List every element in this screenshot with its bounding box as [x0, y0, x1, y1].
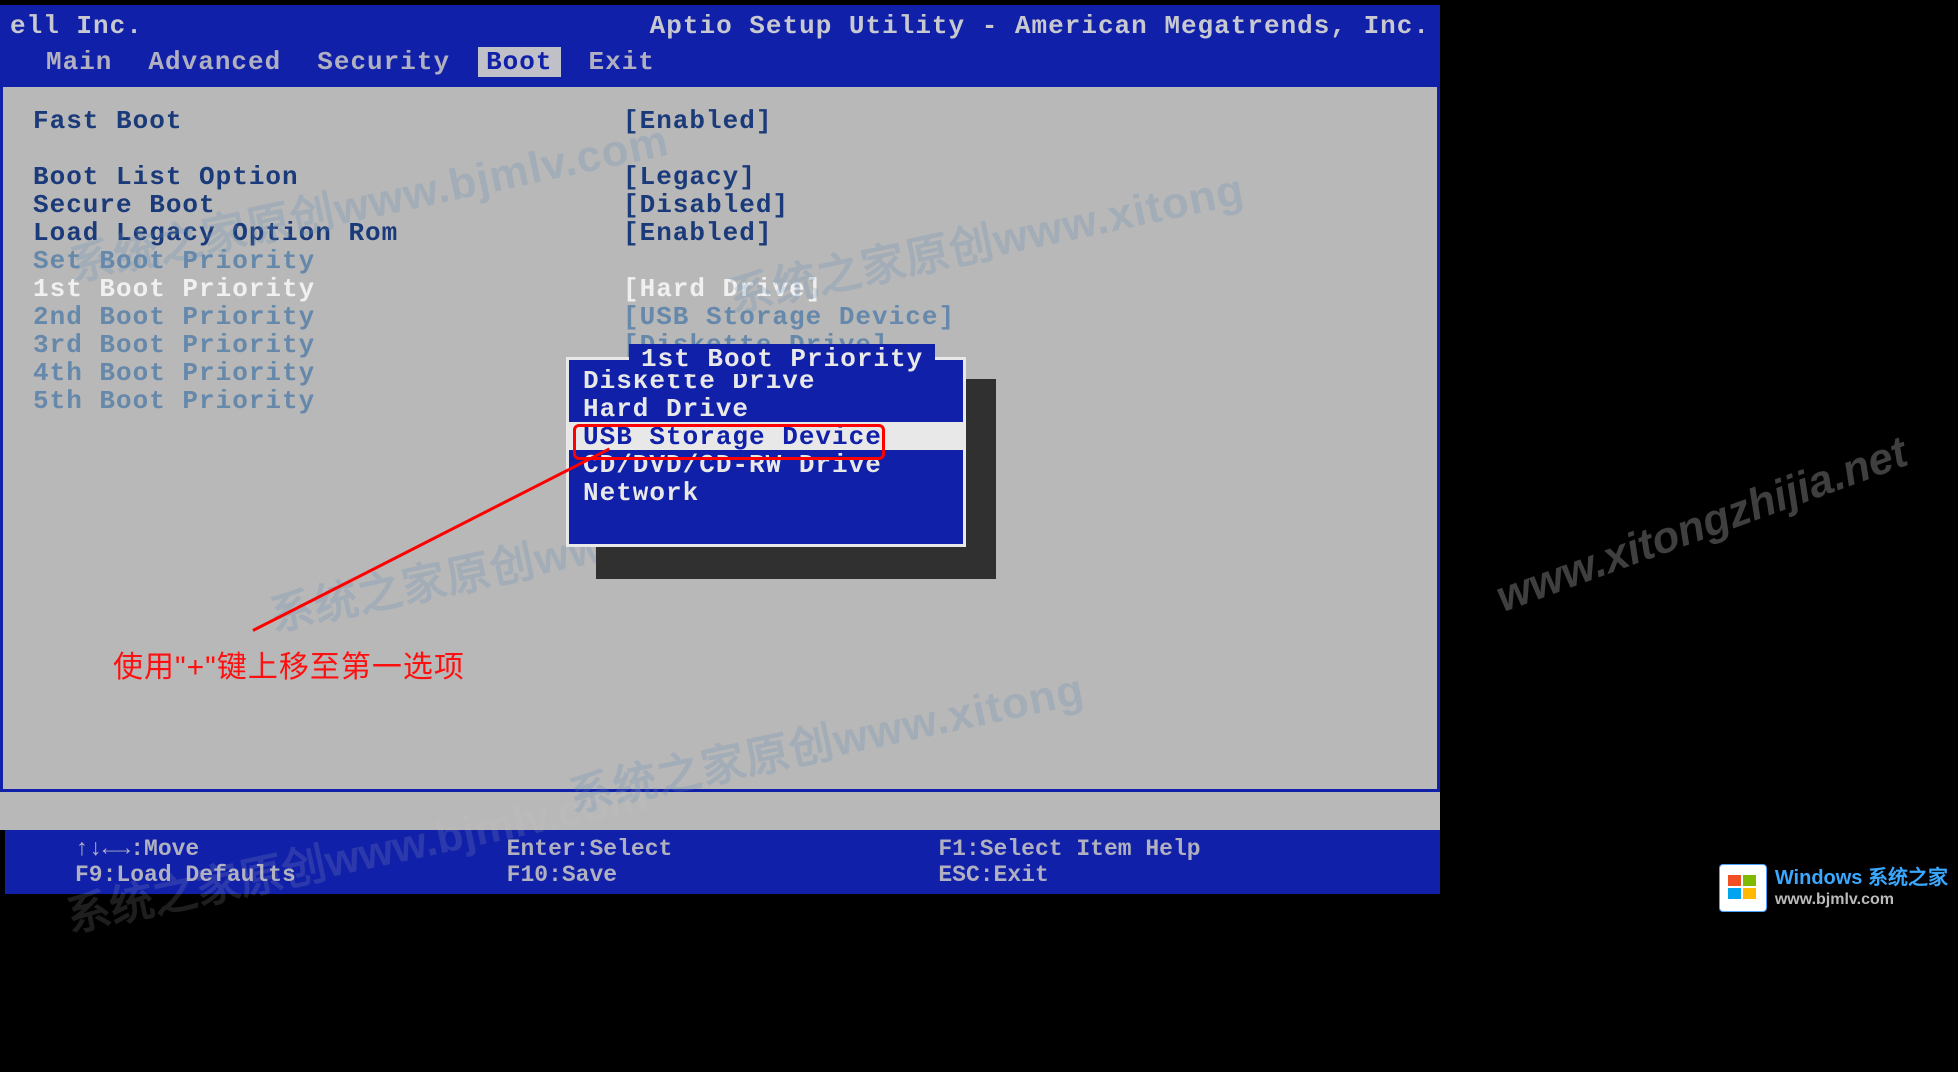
- tab-main[interactable]: Main: [38, 47, 120, 77]
- footer-bar: ↑↓←→:Move Enter:Select F1:Select Item He…: [5, 830, 1440, 894]
- popup-item-network[interactable]: Network: [583, 478, 949, 506]
- option-boot-list[interactable]: Boot List Option [Legacy]: [33, 163, 1407, 191]
- option-value: [Enabled]: [623, 106, 772, 136]
- utility-title: Aptio Setup Utility - American Megatrend…: [650, 11, 1430, 41]
- option-label: Set Boot Priority: [33, 246, 623, 276]
- option-label: 3rd Boot Priority: [33, 330, 623, 360]
- bios-screen: ell Inc. Aptio Setup Utility - American …: [0, 5, 1440, 830]
- badge-line1: Windows 系统之家: [1775, 866, 1948, 890]
- watermark: 系统之家原创www.xitong: [562, 653, 1089, 825]
- option-label: Load Legacy Option Rom: [33, 218, 623, 248]
- option-value: [Enabled]: [623, 218, 772, 248]
- hint-esc: ESC:Exit: [938, 862, 1370, 888]
- option-label: Fast Boot: [33, 106, 623, 136]
- tab-boot[interactable]: Boot: [478, 47, 560, 77]
- header-bar: ell Inc. Aptio Setup Utility - American …: [0, 5, 1440, 87]
- popup-item-hard-drive[interactable]: Hard Drive: [583, 394, 949, 422]
- windows-icon: [1719, 864, 1767, 912]
- option-boot-1[interactable]: 1st Boot Priority [Hard Drive]: [33, 275, 1407, 303]
- option-boot-2[interactable]: 2nd Boot Priority [USB Storage Device]: [33, 303, 1407, 331]
- vendor-name: ell Inc.: [10, 11, 143, 41]
- option-set-priority[interactable]: Set Boot Priority: [33, 247, 1407, 275]
- tab-advanced[interactable]: Advanced: [140, 47, 289, 77]
- hint-f1: F1:Select Item Help: [938, 836, 1370, 862]
- badge-line2: www.bjmlv.com: [1775, 890, 1948, 909]
- option-label: Secure Boot: [33, 190, 623, 220]
- hint-f10: F10:Save: [507, 862, 939, 888]
- main-panel: 系统之家原创www.bjmlv.com 系统之家原创www.xitong 系统之…: [0, 87, 1440, 792]
- option-value: [Disabled]: [623, 190, 789, 220]
- watermark: www.xitongzhijia.net: [1489, 427, 1913, 622]
- tab-security[interactable]: Security: [309, 47, 458, 77]
- annotation-arrow: [252, 448, 610, 632]
- option-label: 4th Boot Priority: [33, 358, 623, 388]
- annotation-text: 使用"+"键上移至第一选项: [113, 642, 465, 686]
- option-value: [Legacy]: [623, 162, 756, 192]
- popup-item-usb-storage[interactable]: USB Storage Device: [569, 422, 963, 450]
- option-fast-boot[interactable]: Fast Boot [Enabled]: [33, 107, 1407, 135]
- option-label: 5th Boot Priority: [33, 386, 623, 416]
- popup-item-cd-dvd[interactable]: CD/DVD/CD-RW Drive: [583, 450, 949, 478]
- tab-exit[interactable]: Exit: [581, 47, 663, 77]
- option-value: [USB Storage Device]: [623, 302, 955, 332]
- option-label: 2nd Boot Priority: [33, 302, 623, 332]
- option-label: Boot List Option: [33, 162, 623, 192]
- option-value: [Hard Drive]: [623, 274, 822, 304]
- hint-move: ↑↓←→:Move: [75, 836, 507, 862]
- hint-f9: F9:Load Defaults: [75, 862, 507, 888]
- hint-enter: Enter:Select: [507, 836, 939, 862]
- boot-priority-popup: 1st Boot Priority Diskette Drive Hard Dr…: [566, 357, 966, 547]
- source-badge: Windows 系统之家 www.bjmlv.com: [1719, 864, 1948, 912]
- option-secure-boot[interactable]: Secure Boot [Disabled]: [33, 191, 1407, 219]
- option-label: 1st Boot Priority: [33, 274, 623, 304]
- option-legacy-rom[interactable]: Load Legacy Option Rom [Enabled]: [33, 219, 1407, 247]
- popup-title: 1st Boot Priority: [629, 344, 935, 374]
- tab-bar: Main Advanced Security Boot Exit: [10, 47, 1430, 77]
